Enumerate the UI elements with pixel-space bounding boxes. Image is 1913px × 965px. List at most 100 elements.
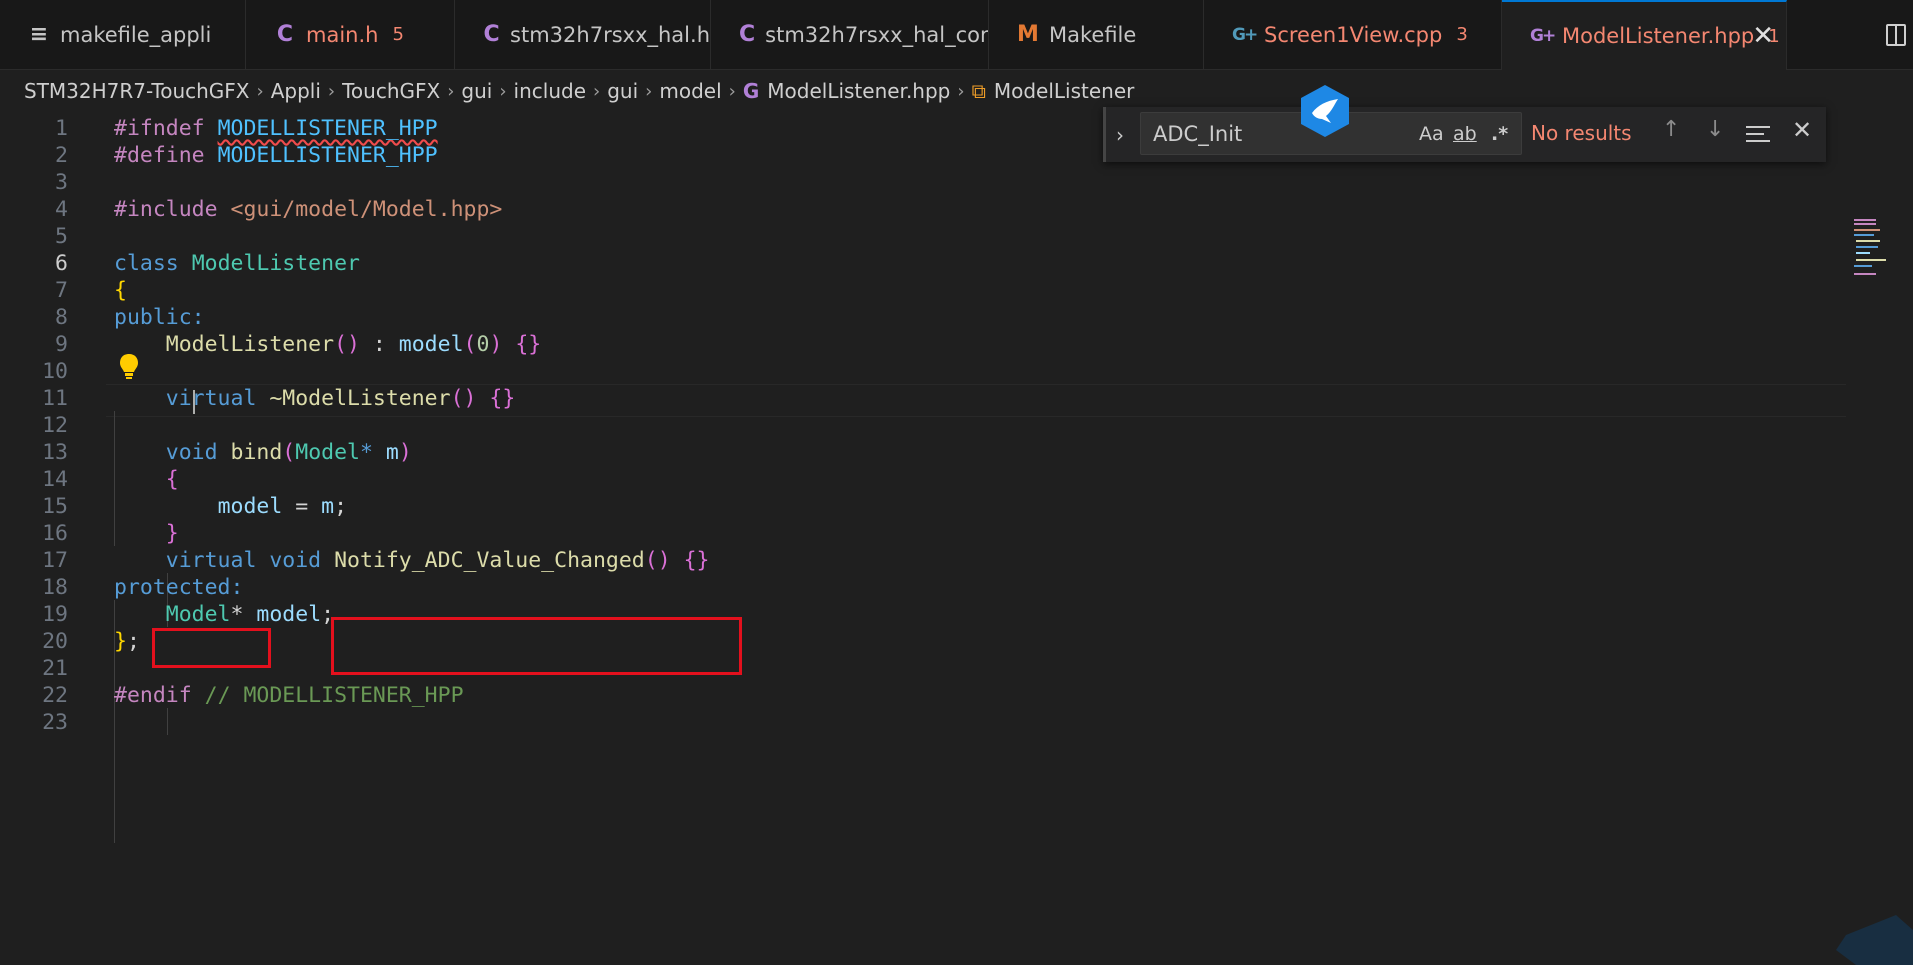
toggle-replace-chevron-icon[interactable]: › bbox=[1116, 123, 1124, 147]
breadcrumb-label: include bbox=[513, 79, 587, 103]
code-token: #ifndef bbox=[114, 116, 205, 141]
hpp-file-icon: G+ bbox=[1530, 26, 1556, 46]
breadcrumb-label: ModelListener bbox=[993, 79, 1135, 103]
code-token: model bbox=[398, 332, 464, 357]
code-token: void bbox=[269, 548, 322, 573]
close-tab-icon[interactable]: ✕ bbox=[1752, 21, 1774, 51]
code-token: MODELLISTENER_HPP bbox=[217, 143, 438, 168]
editor-tab-bar: ≡ makefile_appli Cmain.h 5 Cstm32h7rsxx_hal.… bbox=[0, 0, 1913, 70]
breadcrumb-item[interactable]: model bbox=[659, 79, 721, 103]
match-whole-word-toggle[interactable]: ab bbox=[1453, 123, 1477, 145]
tab-modellistener-hpp[interactable]: G+ ModelListener.hpp 1 ✕ bbox=[1502, 0, 1787, 70]
breadcrumb-chevron-icon: › bbox=[327, 80, 336, 102]
c-file-icon: C bbox=[739, 22, 756, 47]
next-match-button[interactable]: ↓ bbox=[1706, 117, 1724, 142]
code-token: ) bbox=[489, 332, 503, 357]
problem-count-badge: 5 bbox=[392, 24, 404, 45]
code-token: ModelListener bbox=[165, 332, 335, 357]
tab-label: makefile_appli bbox=[60, 22, 212, 47]
breadcrumb-item[interactable]: Appli bbox=[271, 79, 321, 103]
code-token: {} bbox=[515, 332, 542, 357]
code-token: Model bbox=[295, 440, 360, 465]
breadcrumb-label: TouchGFX bbox=[342, 79, 441, 103]
code-token: { bbox=[165, 467, 179, 492]
breadcrumb-item[interactable]: ⧉ ModelListener bbox=[972, 79, 1135, 103]
breadcrumb-chevron-icon: › bbox=[256, 80, 264, 102]
tab-makefile-appli[interactable]: ≡ makefile_appli bbox=[0, 0, 246, 69]
breadcrumb-label: model bbox=[659, 79, 722, 103]
problem-count-badge: 3 bbox=[1456, 24, 1468, 45]
line-number: 23 bbox=[42, 710, 68, 735]
code-token: 0 bbox=[476, 332, 490, 357]
previous-match-button[interactable]: ↑ bbox=[1662, 117, 1680, 142]
code-token: #define bbox=[114, 143, 205, 168]
breadcrumb-item[interactable]: gui bbox=[607, 79, 638, 103]
code-token: = bbox=[282, 494, 322, 519]
class-symbol-icon: ⧉ bbox=[971, 79, 986, 103]
corner-logo-icon bbox=[1836, 915, 1913, 965]
code-token: ) bbox=[398, 440, 412, 465]
tab-label: stm32h7rsxx_hal.h bbox=[510, 22, 710, 47]
hpp-file-icon: G bbox=[742, 79, 760, 103]
minimap[interactable] bbox=[1850, 219, 1900, 279]
find-widget: › ADC_Init Aa ab .* No results ↑ ↓ ✕ bbox=[1103, 107, 1826, 162]
code-token: () bbox=[450, 386, 477, 411]
breadcrumb-chevron-icon: › bbox=[447, 80, 455, 102]
breadcrumb-label: gui bbox=[607, 79, 639, 103]
code-token: model bbox=[256, 602, 322, 627]
code-token: Model bbox=[165, 602, 231, 627]
menu-lines-icon: ≡ bbox=[29, 22, 49, 47]
code-line[interactable]: 23 bbox=[0, 706, 1850, 739]
split-editor-icon[interactable] bbox=[1879, 0, 1913, 69]
floating-assistant-icon[interactable] bbox=[1298, 83, 1352, 139]
code-token: m bbox=[321, 494, 335, 519]
tab-label: Makefile bbox=[1049, 22, 1137, 47]
code-token: virtual bbox=[165, 548, 257, 573]
code-token: MODELLISTENER_HPP bbox=[217, 116, 438, 141]
c-file-icon: C bbox=[483, 22, 500, 47]
breadcrumb-item[interactable]: G ModelListener.hpp bbox=[743, 79, 951, 103]
breadcrumb-item[interactable]: STM32H7R7-TouchGFX bbox=[24, 79, 250, 103]
tab-stm32h7rsxx-hal-h[interactable]: Cstm32h7rsxx_hal.h bbox=[455, 0, 711, 69]
lightbulb-icon[interactable] bbox=[118, 353, 140, 381]
code-token: <gui/model/Model.hpp> bbox=[230, 197, 503, 222]
breadcrumb-item[interactable]: TouchGFX bbox=[342, 79, 440, 103]
code-token: public: bbox=[114, 305, 205, 330]
code-token: () bbox=[334, 332, 360, 357]
tab-label: Screen1View.cpp bbox=[1264, 22, 1443, 47]
code-token: void bbox=[165, 440, 218, 465]
code-token: protected: bbox=[114, 575, 244, 600]
tab-screen1view-cpp[interactable]: G+ Screen1View.cpp 3 bbox=[1204, 0, 1502, 69]
code-token: {} bbox=[489, 386, 516, 411]
tab-makefile[interactable]: M Makefile bbox=[989, 0, 1204, 69]
breadcrumb-item[interactable]: include bbox=[514, 79, 586, 103]
code-token: * bbox=[230, 602, 244, 627]
code-token: m bbox=[385, 440, 399, 465]
code-token: * bbox=[359, 440, 373, 465]
tab-label: ModelListener.hpp bbox=[1562, 24, 1755, 48]
match-case-toggle[interactable]: Aa bbox=[1419, 123, 1444, 145]
annotation-box-virtual bbox=[152, 628, 271, 668]
breadcrumb-label: ModelListener.hpp bbox=[767, 79, 951, 103]
code-token: {} bbox=[683, 548, 710, 573]
breadcrumb-chevron-icon: › bbox=[593, 80, 601, 102]
breadcrumb-item[interactable]: gui bbox=[461, 79, 492, 103]
find-in-selection-icon[interactable] bbox=[1746, 126, 1770, 147]
code-token: virtual bbox=[165, 386, 257, 411]
code-token: #endif bbox=[114, 683, 192, 708]
use-regex-toggle[interactable]: .* bbox=[1491, 123, 1508, 145]
code-token: #include bbox=[114, 197, 218, 222]
text-cursor bbox=[193, 390, 195, 414]
breadcrumb: STM32H7R7-TouchGFX › Appli › TouchGFX › gui › in… bbox=[24, 76, 1134, 106]
code-token: // MODELLISTENER_HPP bbox=[204, 683, 464, 708]
code-editor[interactable]: 1 #ifndef MODELLISTENER_HPP 2 #define MODEL… bbox=[0, 112, 1913, 965]
code-token: ModelListener bbox=[191, 251, 360, 276]
breadcrumb-chevron-icon: › bbox=[499, 80, 507, 102]
tab-main-h[interactable]: Cmain.h 5 bbox=[246, 0, 455, 69]
tab-label: stm32h7rsxx_hal_conf.h bbox=[765, 22, 988, 47]
code-token: ~ModelListener bbox=[269, 386, 451, 411]
tab-stm32h7rsxx-hal-conf-h[interactable]: Cstm32h7rsxx_hal_conf.h bbox=[711, 0, 989, 69]
close-find-button[interactable]: ✕ bbox=[1792, 116, 1812, 144]
breadcrumb-label: STM32H7R7-TouchGFX bbox=[24, 79, 250, 103]
code-token: ( bbox=[463, 332, 477, 357]
